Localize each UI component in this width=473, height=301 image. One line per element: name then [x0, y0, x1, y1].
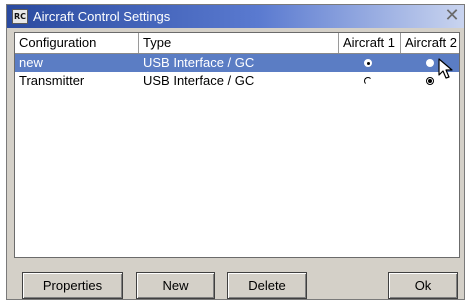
close-icon[interactable]: ✕: [443, 7, 461, 25]
delete-button[interactable]: Delete: [227, 272, 307, 299]
properties-button[interactable]: Properties: [22, 272, 123, 299]
app-icon: RC: [12, 9, 28, 24]
aircraft-2-radio[interactable]: [426, 59, 434, 67]
column-header-aircraft-1[interactable]: Aircraft 1: [339, 33, 401, 53]
table-row[interactable]: new USB Interface / GC: [15, 54, 459, 72]
cell-type: USB Interface / GC: [143, 73, 255, 88]
column-header-configuration[interactable]: Configuration: [15, 33, 139, 53]
aircraft-2-radio[interactable]: [426, 77, 434, 85]
window-title: Aircraft Control Settings: [33, 9, 171, 24]
column-header-aircraft-2[interactable]: Aircraft 2: [401, 33, 459, 53]
new-button[interactable]: New: [136, 272, 215, 299]
mouse-pointer-icon: [438, 58, 453, 79]
aircraft-1-radio[interactable]: [364, 59, 372, 67]
cell-type: USB Interface / GC: [143, 55, 255, 70]
aircraft-1-radio[interactable]: [364, 77, 372, 85]
cell-configuration: new: [19, 55, 43, 70]
configuration-table: Configuration Type Aircraft 1 Aircraft 2…: [14, 32, 460, 258]
table-row[interactable]: Transmitter USB Interface / GC: [15, 72, 459, 90]
ok-button[interactable]: Ok: [388, 272, 458, 299]
column-header-type[interactable]: Type: [139, 33, 339, 53]
title-bar[interactable]: RC Aircraft Control Settings ✕: [7, 5, 464, 28]
cell-configuration: Transmitter: [19, 73, 85, 88]
table-header: Configuration Type Aircraft 1 Aircraft 2: [15, 33, 459, 54]
aircraft-control-settings-dialog: RC Aircraft Control Settings ✕ Configura…: [6, 4, 465, 300]
